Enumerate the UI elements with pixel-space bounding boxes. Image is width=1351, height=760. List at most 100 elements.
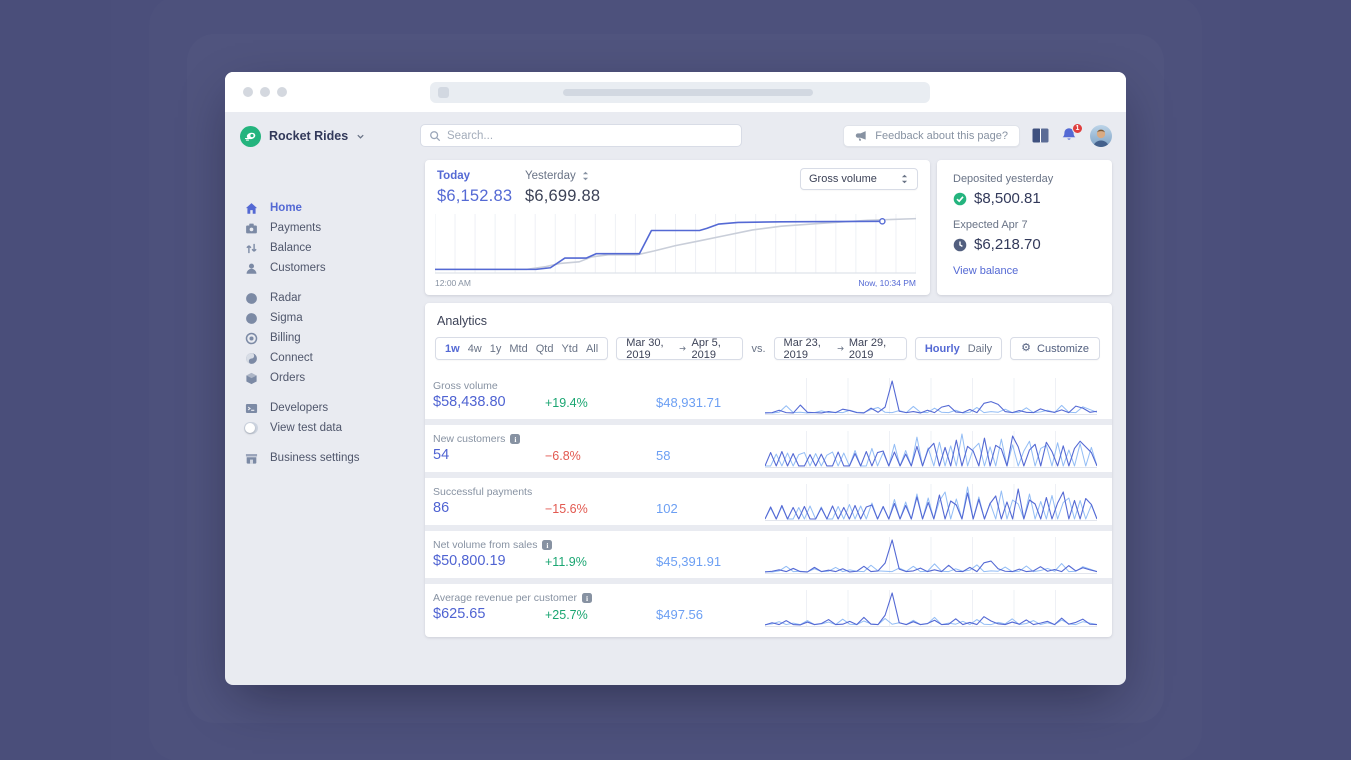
metric-row-gross-volume[interactable]: Gross volume $58,438.80 +19.4% $48,931.7…	[425, 372, 1112, 419]
metric-value: 86	[433, 500, 450, 516]
sidebar-item-billing[interactable]: Billing	[225, 328, 420, 348]
metric-row-new-customers[interactable]: New customers i 54 −6.8% 58	[425, 425, 1112, 472]
search-input[interactable]	[447, 129, 733, 142]
gear-icon: ⚙	[1021, 342, 1032, 354]
sidebar-item-connect[interactable]: Connect	[225, 348, 420, 368]
sidebar-item-business-settings[interactable]: Business settings	[225, 448, 420, 468]
notification-badge: 1	[1072, 122, 1083, 134]
sidebar-item-radar[interactable]: Radar	[225, 288, 420, 308]
yesterday-tab[interactable]: Yesterday	[525, 170, 600, 182]
range-tab-qtd[interactable]: Qtd	[536, 343, 554, 355]
arrow-right-icon	[837, 346, 844, 351]
range-tab-1y[interactable]: 1y	[490, 343, 502, 355]
expected-value: $6,218.70	[974, 236, 1041, 253]
rocket-rides-logo-icon	[240, 125, 261, 147]
customize-button[interactable]: ⚙ Customize	[1010, 337, 1100, 360]
range-tab-mtd[interactable]: Mtd	[509, 343, 527, 355]
search-icon	[430, 130, 441, 141]
date-range-2[interactable]: Mar 23, 2019 Mar 29, 2019	[773, 336, 907, 361]
sidebar-item-customers[interactable]: Customers	[225, 258, 420, 278]
metric-sparkline	[765, 588, 1097, 628]
date-range-2-start: Mar 23, 2019	[783, 336, 821, 361]
sidebar-group: Business settings	[225, 448, 420, 468]
balance-icon	[244, 241, 258, 255]
sidebar-item-label: View test data	[270, 422, 343, 434]
notifications-bell[interactable]: 1	[1061, 122, 1083, 145]
sidebar-item-sigma[interactable]: Sigma	[225, 308, 420, 328]
window-zoom-button[interactable]	[277, 87, 287, 97]
analytics-card: Analytics 1w 4w 1y Mtd Qtd Ytd All Mar 30, 201…	[425, 303, 1112, 637]
sorter-icon	[582, 171, 588, 181]
sidebar-item-label: Radar	[270, 292, 302, 304]
range-tab-4w[interactable]: 4w	[468, 343, 482, 355]
metric-value: $58,438.80	[433, 394, 506, 410]
overview-line-chart	[435, 212, 916, 274]
granularity-hourly[interactable]: Hourly	[925, 343, 960, 355]
overview-card: Today $6,152.83 Yesterday $6,699.88 Gros…	[425, 160, 930, 295]
range-tabs: 1w 4w 1y Mtd Qtd Ytd All	[435, 337, 609, 360]
range-tab-ytd[interactable]: Ytd	[561, 343, 578, 355]
metric-row-successful-payments[interactable]: Successful payments 86 −15.6% 102	[425, 478, 1112, 525]
radar-icon	[244, 291, 258, 305]
sidebar-group: Radar Sigma Billing Connect Orders	[225, 288, 420, 388]
account-name: Rocket Rides	[269, 129, 349, 143]
feedback-button[interactable]: Feedback about this page?	[843, 124, 1020, 147]
sidebar-item-payments[interactable]: Payments	[225, 218, 420, 238]
metric-label: Net volume from sales i	[433, 539, 553, 551]
range-tab-all[interactable]: All	[586, 343, 598, 355]
metric-compare-value: 102	[656, 501, 678, 516]
metric-compare-value: 58	[656, 448, 671, 463]
sidebar-item-label: Billing	[270, 332, 301, 344]
vs-label: vs.	[751, 342, 766, 355]
window-close-button[interactable]	[243, 87, 253, 97]
metric-select-dropdown[interactable]: Gross volume	[800, 168, 918, 190]
yesterday-value: $6,699.88	[525, 187, 601, 205]
search-box[interactable]	[420, 124, 742, 147]
metric-change: −6.8%	[545, 449, 581, 463]
home-icon	[244, 201, 258, 215]
metric-row-net-volume-from-sales[interactable]: Net volume from sales i $50,800.19 +11.9%…	[425, 531, 1112, 578]
info-icon[interactable]: i	[510, 434, 521, 444]
arrow-right-icon	[679, 346, 686, 351]
overview-x-axis: 12:00 AM Now, 10:34 PM	[435, 278, 916, 288]
docs-book-icon[interactable]	[1032, 128, 1049, 143]
sigma-icon	[244, 311, 258, 325]
today-tab[interactable]: Today	[437, 170, 512, 182]
metric-change: +11.9%	[545, 555, 587, 569]
window-minimize-button[interactable]	[260, 87, 270, 97]
sidebar-nav: Home Payments Balance Customers Radar Si…	[225, 198, 420, 478]
sidebar-item-label: Home	[270, 202, 302, 214]
url-bar[interactable]	[430, 82, 930, 103]
sidebar-item-developers[interactable]: Developers	[225, 398, 420, 418]
select-chevrons-icon	[901, 174, 908, 184]
connect-icon	[244, 351, 258, 365]
metric-compare-value: $45,391.91	[656, 554, 722, 569]
metric-change: −15.6%	[545, 502, 588, 516]
range-tab-1w[interactable]: 1w	[445, 343, 460, 355]
sidebar-item-orders[interactable]: Orders	[225, 368, 420, 388]
metric-row-average-revenue-per-customer[interactable]: Average revenue per customer i $625.65 +2…	[425, 584, 1112, 631]
info-icon[interactable]: i	[542, 540, 553, 550]
account-switcher[interactable]: Rocket Rides	[240, 125, 365, 147]
orders-icon	[244, 371, 258, 385]
axis-start-label: 12:00 AM	[435, 278, 471, 288]
date-range-1-start: Mar 30, 2019	[626, 336, 664, 361]
settings-icon	[244, 451, 258, 465]
sidebar-item-balance[interactable]: Balance	[225, 238, 420, 258]
sidebar-group: Home Payments Balance Customers	[225, 198, 420, 278]
user-avatar[interactable]	[1090, 124, 1112, 147]
metric-value: $50,800.19	[433, 553, 506, 569]
test-data-toggle[interactable]	[244, 421, 258, 435]
date-range-1[interactable]: Mar 30, 2019 Apr 5, 2019	[616, 336, 744, 361]
deposits-card: Deposited yesterday $8,500.81 Expected A…	[937, 160, 1112, 295]
view-balance-link[interactable]: View balance	[953, 265, 1096, 277]
sidebar-item-label: Sigma	[270, 312, 303, 324]
sidebar-item-view-test-data[interactable]: View test data	[225, 418, 420, 438]
metric-compare-value: $497.56	[656, 607, 703, 622]
browser-window: Rocket Rides Home Payments Balance Custo…	[225, 72, 1126, 685]
expected-label: Expected Apr 7	[953, 219, 1028, 231]
info-icon[interactable]: i	[581, 593, 592, 603]
sidebar-item-home[interactable]: Home	[225, 198, 420, 218]
granularity-daily[interactable]: Daily	[968, 343, 992, 355]
metric-sparkline	[765, 482, 1097, 522]
